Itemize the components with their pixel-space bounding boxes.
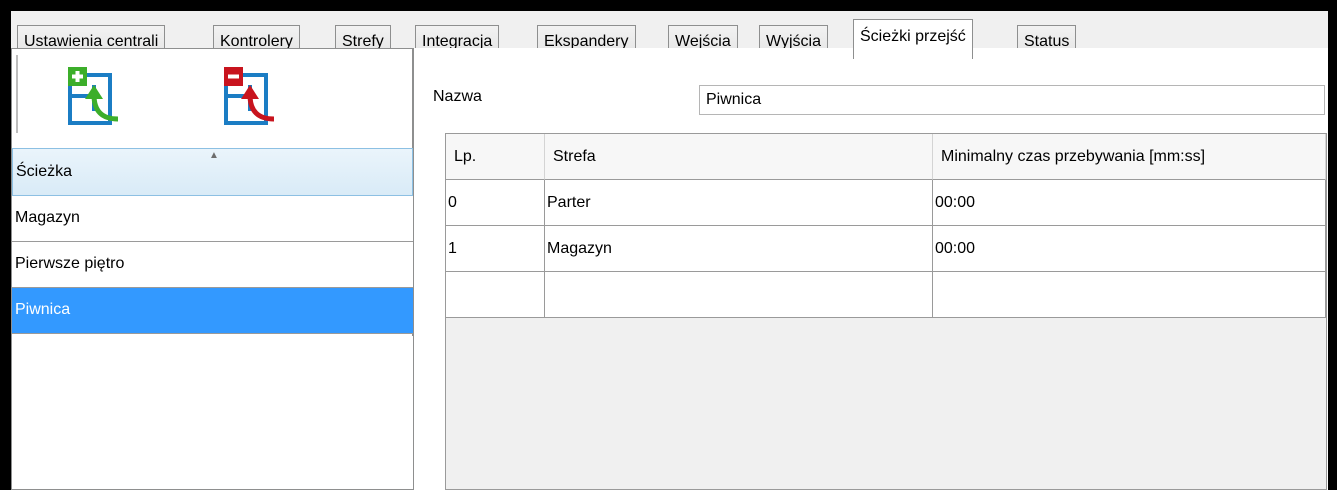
sort-ascending-icon: ▲ (209, 150, 219, 161)
grid-cell[interactable]: Magazyn (545, 226, 933, 272)
grid-cell[interactable]: Parter (545, 180, 933, 226)
name-field[interactable] (699, 85, 1325, 115)
grid-cell[interactable] (446, 272, 545, 318)
path-list-item-pierwsze-pietro[interactable]: Pierwsze piętro (12, 242, 413, 288)
grid-cell[interactable]: 00:00 (933, 226, 1326, 272)
name-label: Nazwa (433, 88, 482, 105)
grid-cell[interactable]: 00:00 (933, 180, 1326, 226)
grid-header-lp[interactable]: Lp. (446, 134, 545, 180)
grid-header-min-time[interactable]: Minimalny czas przebywania [mm:ss] (933, 134, 1326, 180)
toolbar-separator (16, 55, 18, 133)
path-list-header-label: Ścieżka (16, 163, 73, 180)
path-list-panel: ▲ Ścieżka Magazyn Pierwsze piętro Piwnic… (11, 48, 413, 490)
grid-cell[interactable]: 0 (446, 180, 545, 226)
path-list-item-piwnica[interactable]: Piwnica (12, 288, 413, 334)
remove-path-icon (224, 67, 275, 125)
grid-header-strefa[interactable]: Strefa (545, 134, 933, 180)
remove-path-button[interactable] (216, 65, 278, 127)
path-zones-grid: Lp. Strefa Minimalny czas przebywania [m… (445, 133, 1327, 490)
grid-cell[interactable] (933, 272, 1326, 318)
grid-cell[interactable] (545, 272, 933, 318)
grid-cell[interactable]: 1 (446, 226, 545, 272)
add-path-icon (68, 67, 119, 125)
tab-sciezki-przejsc[interactable]: Ścieżki przejść (853, 19, 973, 59)
add-path-button[interactable] (60, 65, 122, 127)
path-list-header[interactable]: ▲ Ścieżka (12, 148, 413, 196)
path-list-item-magazyn[interactable]: Magazyn (12, 196, 413, 242)
path-details-panel: Nazwa Lp. Strefa Minimalny czas przebywa… (413, 48, 1328, 490)
path-list-empty-area (12, 336, 413, 489)
path-toolbar (12, 49, 412, 150)
